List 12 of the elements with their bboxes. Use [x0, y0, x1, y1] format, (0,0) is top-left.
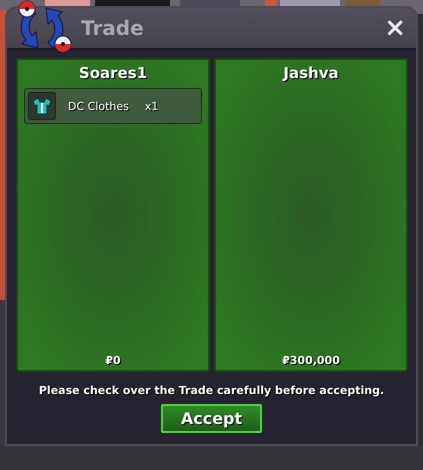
clothes-icon — [32, 97, 52, 115]
item-name: DC Clothes — [68, 100, 129, 112]
notice-text: Please check over the Trade carefully before accepting. — [38, 384, 386, 397]
money-amount: ₽0 — [105, 354, 121, 367]
window-title: Trade — [81, 16, 145, 40]
close-button[interactable]: × — [380, 15, 410, 41]
money-amount: ₽300,000 — [282, 354, 340, 367]
accept-button[interactable]: Accept — [161, 404, 262, 433]
item-row[interactable]: DC Clothes x1 — [24, 88, 202, 124]
player-name: Soares1 — [78, 64, 148, 82]
player-name: Jashva — [283, 64, 339, 82]
item-quantity: x1 — [144, 100, 158, 112]
